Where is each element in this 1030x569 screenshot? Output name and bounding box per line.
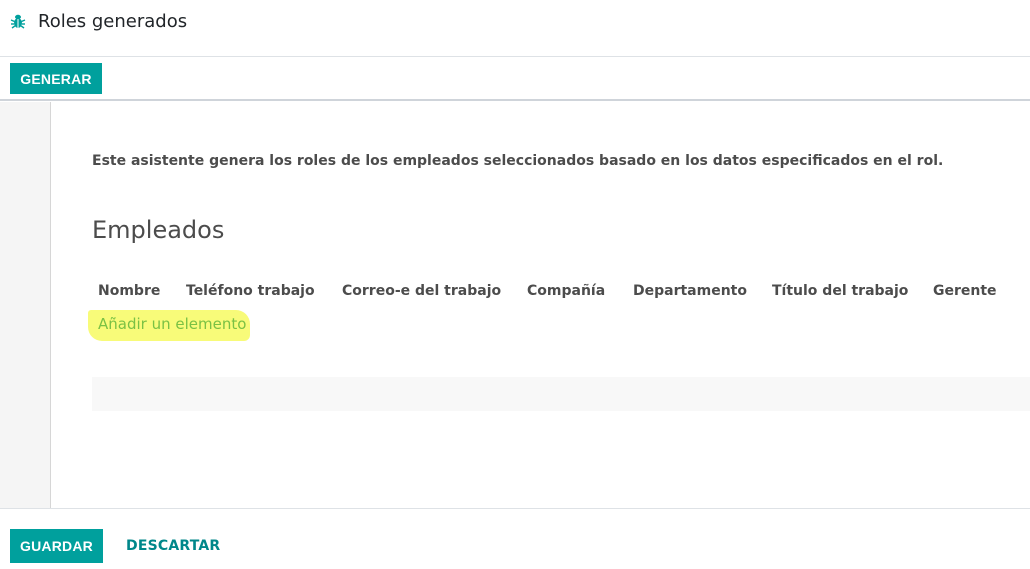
column-header-work-email[interactable]: Correo-e del trabajo [342,282,501,300]
wizard-description: Este asistente genera los roles de los e… [92,153,944,169]
form-sheet: Este asistente genera los roles de los e… [52,102,1030,508]
page-title: Roles generados [38,11,188,32]
add-item-link[interactable]: Añadir un elemento [98,315,246,333]
section-title-employees: Empleados [92,216,225,244]
table-row-empty [92,377,1030,411]
bug-icon [10,13,26,29]
discard-button[interactable]: DESCARTAR [126,537,220,555]
column-header-job-title[interactable]: Título del trabajo [772,282,908,300]
toolbar: GENERAR [0,58,1030,101]
left-gutter [0,102,51,508]
generate-button[interactable]: GENERAR [10,63,102,94]
table-row-empty [92,342,1030,376]
column-header-manager[interactable]: Gerente [933,282,997,300]
table-row-add: Añadir un elemento [88,308,1030,342]
dialog-footer: GUARDAR DESCARTAR [0,508,1030,569]
column-header-name[interactable]: Nombre [98,282,160,300]
column-header-company[interactable]: Compañía [527,282,605,300]
column-header-department[interactable]: Departamento [633,282,747,300]
employees-table-header: Nombre Teléfono trabajo Correo-e del tra… [92,274,1030,308]
column-header-work-phone[interactable]: Teléfono trabajo [186,282,315,300]
dialog-header: Roles generados [0,0,1030,57]
save-button[interactable]: GUARDAR [10,529,103,563]
